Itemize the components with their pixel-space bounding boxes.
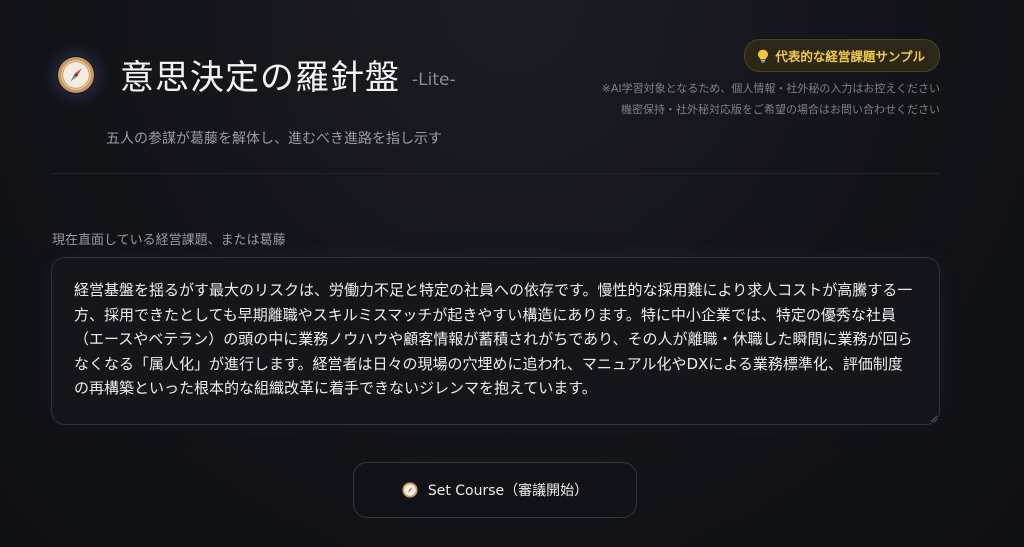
issue-input-label: 現在直面している経営課題、または葛藤 — [52, 233, 286, 248]
sample-topics-button[interactable]: 代表的な経営課題サンプル — [744, 39, 940, 72]
page-subtitle: 五人の参謀が葛藤を解体し、進むべき進路を指し示す — [106, 131, 442, 147]
privacy-notice: ※AI学習対象となるため、個人情報・社外秘の入力はお控えください — [601, 82, 940, 95]
set-course-label: Set Course（審議開始） — [427, 483, 589, 499]
lightbulb-icon — [758, 49, 769, 63]
edition-label: -Lite- — [412, 70, 456, 90]
compass-icon — [57, 56, 95, 94]
page-title: 意思決定の羅針盤 — [120, 58, 400, 98]
set-course-button[interactable]: Set Course（審議開始） — [353, 462, 637, 518]
header-divider — [52, 173, 940, 174]
resize-handle-icon[interactable] — [929, 414, 938, 423]
issue-textarea[interactable]: 経営基盤を揺るがす最大のリスクは、労働力不足と特定の社員への依存です。慢性的な採… — [51, 257, 940, 425]
contact-notice: 機密保持・社外秘対応版をご希望の場合はお問い合わせください — [621, 103, 940, 116]
sample-topics-label: 代表的な経営課題サンプル — [775, 49, 925, 64]
compass-icon — [402, 482, 418, 498]
